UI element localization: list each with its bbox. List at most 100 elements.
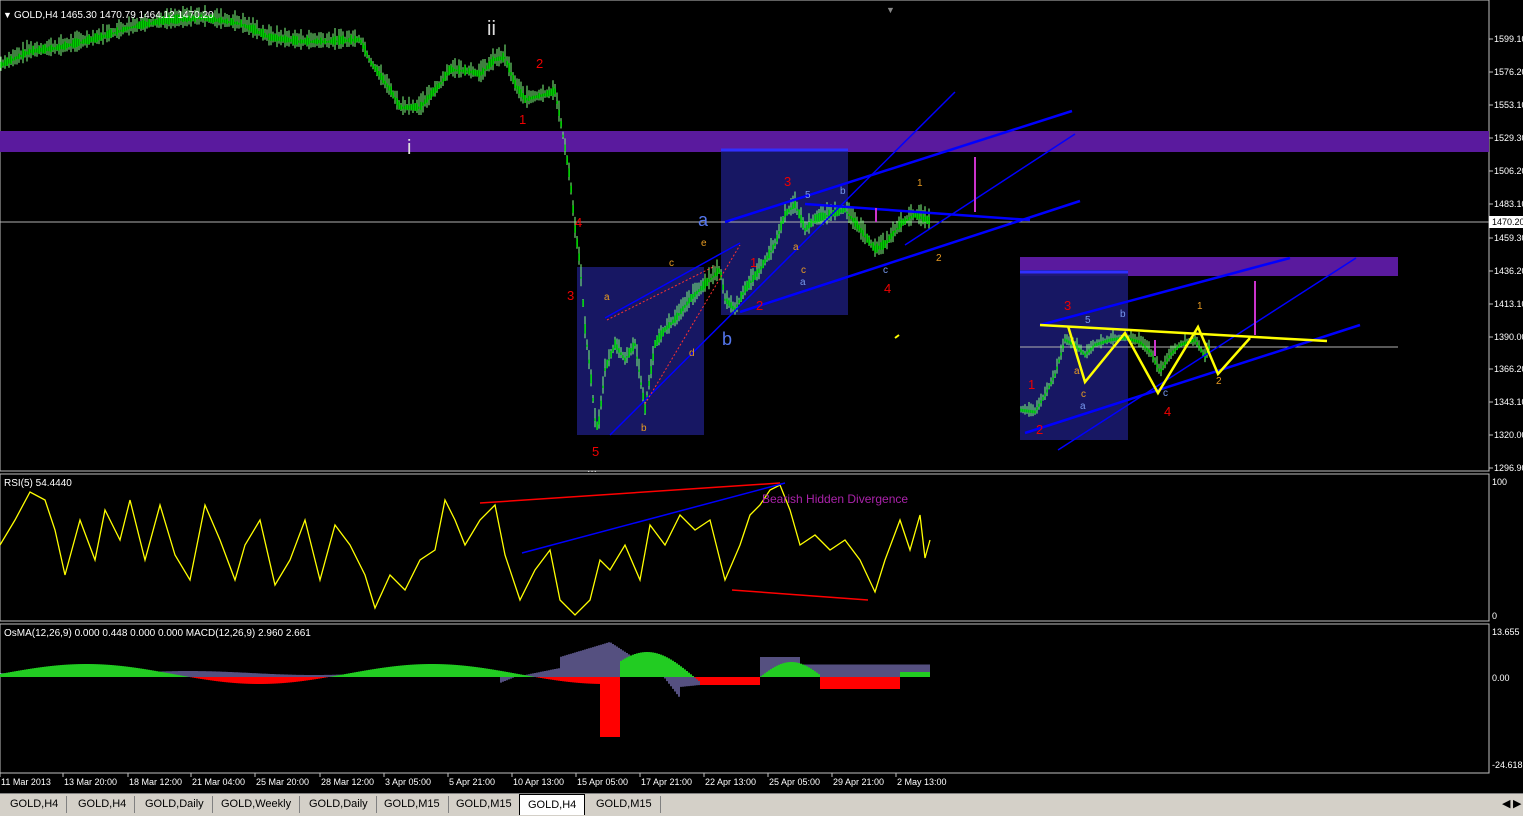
osma-bar-negative [206,677,208,680]
candle-body [316,38,317,44]
osma-bar-positive [622,660,624,677]
osma-bar-positive [394,666,396,677]
candle-body [348,38,349,43]
candle-body [432,88,433,96]
candle-body [458,66,459,75]
osma-bar-positive [122,666,124,677]
candle-body [668,322,669,328]
candle-body [436,84,437,91]
candle-body [728,300,729,306]
tab-scroll-right-icon[interactable]: ▶ [1513,797,1521,810]
candle-body [752,275,753,282]
projection-candle-body [1198,345,1199,348]
svg-text:1: 1 [1028,377,1035,392]
svg-text:3: 3 [1064,298,1071,313]
expand-arrow-icon[interactable]: ▼ [3,10,12,20]
osma-bar-positive [668,658,670,677]
osma-bar-negative [704,677,706,685]
macd-panel[interactable] [0,624,1489,773]
osma-bar-negative [580,677,582,683]
osma-bar-positive [152,670,154,677]
projection-candle-body [1162,365,1163,368]
candle-body [736,304,737,307]
scroll-marker-icon[interactable]: ▼ [886,5,895,15]
osma-bar-positive [512,673,514,677]
osma-bar-positive [86,664,88,677]
tab-gold-m15-2[interactable]: GOLD,M15 [448,796,521,813]
candle-body [642,393,643,400]
candle-body [82,39,83,43]
candle-body [150,22,151,24]
projection-candle-body [1080,350,1081,353]
candle-body [292,35,293,44]
candle-body [790,207,791,210]
candle-body [884,240,885,248]
candle-body [284,35,285,43]
candle-body [522,93,523,99]
candle-body [566,156,567,164]
osma-bar-positive [634,654,636,677]
candle-body [704,279,705,288]
tab-gold-h4-active[interactable]: GOLD,H4 [519,794,585,815]
osma-bar-negative [214,677,216,681]
osma-bar-negative [696,677,698,679]
candle-body [446,72,447,76]
osma-bar-negative [282,677,284,683]
osma-bar-positive [382,668,384,677]
osma-bar-positive [806,666,808,677]
candle-body [510,72,511,75]
osma-bar-positive [150,670,152,677]
osma-bar-positive [34,668,36,677]
osma-bar-negative [576,677,578,683]
projection-candle-body [1104,340,1105,343]
projection-candle-body [1144,346,1145,349]
osma-bar-negative [222,677,224,682]
candle-body [616,344,617,350]
osma-bar-positive [808,667,810,677]
osma-bar-positive [64,665,66,677]
candle-body [86,37,87,44]
projection-candle-body [1030,410,1031,413]
tab-gold-weekly[interactable]: GOLD,Weekly [213,796,300,813]
osma-bar-negative [250,677,252,684]
osma-bar-positive [928,672,930,677]
osma-bar-positive [340,675,342,677]
osma-bar-positive [58,665,60,677]
osma-bar-positive [522,675,524,677]
osma-bar-negative [266,677,268,684]
projection-candle-body [1058,360,1059,363]
projection-candle-body [1170,353,1171,356]
candle-body [654,340,655,347]
tab-gold-daily-1[interactable]: GOLD,Daily [137,796,213,813]
osma-bar-positive [484,668,486,677]
osma-bar-positive [640,653,642,677]
osma-bar-positive [400,666,402,677]
osma-bar-negative [320,677,322,678]
osma-bar-positive [384,667,386,677]
osma-bar-positive [90,664,92,677]
osma-bar-positive [168,673,170,677]
time-axis[interactable]: 11 Mar 201313 Mar 20:0018 Mar 12:0021 Ma… [0,773,947,787]
tab-gold-daily-2[interactable]: GOLD,Daily [301,796,377,813]
candle-body [516,86,517,90]
candle-body [54,47,55,49]
candle-body [326,41,327,43]
candle-body [542,94,543,97]
svg-text:4: 4 [1164,404,1171,419]
candle-body [528,96,529,101]
tab-scroll-left-icon[interactable]: ◀ [1502,797,1510,810]
tab-gold-h4-1[interactable]: GOLD,H4 [2,796,67,813]
osma-bar-negative [210,677,212,680]
tab-gold-m15-3[interactable]: GOLD,M15 [588,796,661,813]
price-axis[interactable]: 1599.101576.201553.101529.301506.201483.… [1489,34,1523,473]
candle-body [894,230,895,232]
osma-bar-positive [518,674,520,677]
tab-gold-h4-2[interactable]: GOLD,H4 [70,796,135,813]
osma-bar-positive [438,664,440,677]
osma-bar-positive [366,670,368,677]
osma-bar-negative [578,677,580,683]
tab-gold-m15-1[interactable]: GOLD,M15 [376,796,449,813]
projection-candle-body [1088,350,1089,353]
candle-body [240,20,241,27]
candle-body [866,234,867,243]
